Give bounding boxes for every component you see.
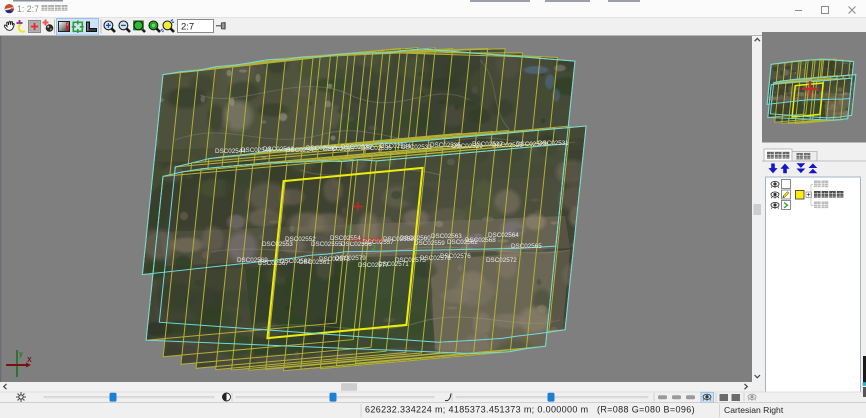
svg-text:2:7: 2:7 [181, 22, 194, 33]
svg-text:DSC02559: DSC02559 [414, 240, 445, 247]
svg-text:DSC02555: DSC02555 [311, 241, 342, 248]
svg-text:626232.334224 m; 4185373.45137: 626232.334224 m; 4185373.451373 m; 0.000… [365, 405, 695, 415]
svg-text:DSC02531: DSC02531 [538, 140, 569, 147]
svg-text:2: 2 [372, 245, 376, 252]
svg-text:3: 3 [348, 227, 352, 234]
svg-text:DSC02566: DSC02566 [351, 237, 383, 244]
svg-text:DSC02564: DSC02564 [488, 232, 519, 239]
svg-text:y: y [19, 351, 23, 358]
svg-text:1: 2:7: 1: 2:7 [17, 4, 39, 14]
svg-text:Cartesian Right: Cartesian Right [724, 405, 784, 415]
svg-text:DSC02533: DSC02533 [401, 144, 432, 151]
svg-text:DSC02565: DSC02565 [511, 243, 542, 250]
svg-text:DSC02572: DSC02572 [486, 257, 517, 264]
svg-text:X: X [27, 357, 32, 364]
svg-text:DSC02579: DSC02579 [335, 255, 366, 262]
svg-text:DSC02576: DSC02576 [440, 253, 471, 260]
